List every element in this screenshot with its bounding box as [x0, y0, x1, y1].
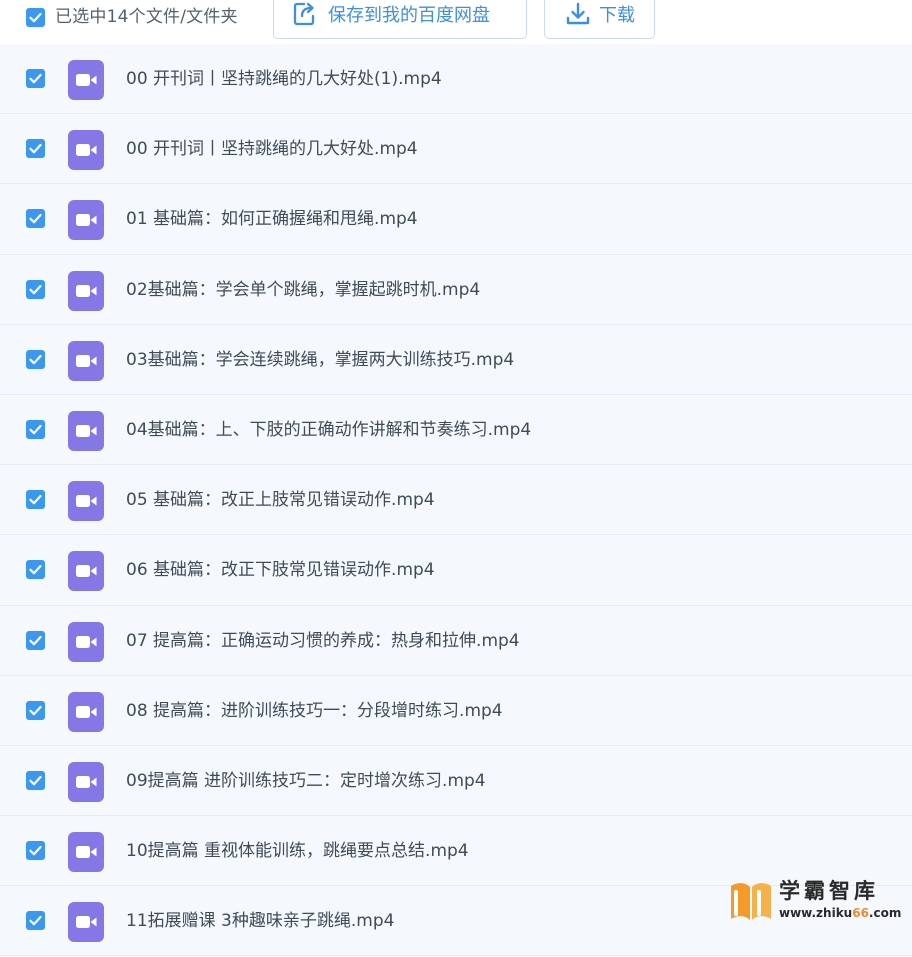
video-file-icon: [68, 481, 104, 522]
check-icon: [29, 565, 42, 575]
file-checkbox[interactable]: [26, 911, 45, 931]
file-checkbox[interactable]: [26, 139, 45, 159]
check-icon: [29, 144, 42, 154]
download-button-label: 下载: [599, 5, 635, 26]
check-icon: [29, 284, 42, 294]
file-checkbox[interactable]: [26, 349, 45, 369]
watermark-url: www.zhiku66.com: [779, 906, 901, 920]
download-icon: [566, 2, 590, 25]
check-icon: [29, 845, 42, 856]
file-name[interactable]: 11拓展赠课 3种趣味亲子跳绳.mp4: [126, 908, 394, 934]
video-file-icon: [68, 60, 104, 100]
watermark-url-highlight: 66: [852, 906, 869, 920]
file-name[interactable]: 00 开刊词丨坚持跳绳的几大好处.mp4: [126, 136, 418, 162]
video-file-icon: [68, 200, 104, 241]
file-row[interactable]: 07 提高篇：正确运动习惯的养成：热身和拉伸.mp4: [0, 605, 912, 676]
check-icon: [29, 73, 42, 84]
file-name[interactable]: 06 基础篇：改正下肢常见错误动作.mp4: [126, 557, 435, 583]
check-icon: [29, 495, 42, 505]
watermark-url-prefix: www.zhiku: [779, 906, 853, 920]
file-row[interactable]: 00 开刊词丨坚持跳绳的几大好处.mp4: [0, 114, 912, 185]
video-file-icon: [68, 832, 104, 873]
file-checkbox[interactable]: [26, 560, 45, 580]
check-icon: [29, 12, 42, 23]
book-logo-icon: [731, 883, 771, 920]
file-list: 00 开刊词丨坚持跳绳的几大好处(1).mp4 00 开刊词丨坚持跳绳的几大好处.…: [0, 44, 912, 957]
select-all-checkbox[interactable]: [26, 8, 45, 27]
check-icon: [29, 635, 42, 645]
watermark: 学霸智库 www.zhiku66.com: [727, 876, 901, 926]
download-button[interactable]: 下载: [544, 0, 655, 39]
file-name[interactable]: 03基础篇：学会连续跳绳，掌握两大训练技巧.mp4: [126, 347, 514, 373]
video-file-icon: [68, 691, 104, 732]
selection-count-label: 已选中14个文件/文件夹: [55, 7, 238, 27]
file-name[interactable]: 00 开刊词丨坚持跳绳的几大好处(1).mp4: [126, 66, 442, 92]
check-icon: [29, 424, 42, 435]
file-name[interactable]: 09提高篇 进阶训练技巧二：定时增次练习.mp4: [126, 768, 486, 794]
file-row[interactable]: 01 基础篇：如何正确握绳和甩绳.mp4: [0, 184, 912, 255]
save-to-netdisk-button[interactable]: 保存到我的百度网盘: [273, 0, 527, 39]
file-checkbox[interactable]: [26, 69, 45, 88]
selection-toolbar: 已选中14个文件/文件夹 保存到我的百度网盘 下载: [0, 0, 912, 45]
save-button-label: 保存到我的百度网盘: [328, 5, 490, 26]
video-file-icon: [68, 621, 104, 662]
file-checkbox[interactable]: [26, 279, 45, 299]
check-icon: [29, 214, 42, 224]
video-file-icon: [68, 340, 104, 381]
file-row[interactable]: 06 基础篇：改正下肢常见错误动作.mp4: [0, 535, 912, 606]
video-file-icon: [68, 410, 104, 451]
video-file-icon: [68, 902, 104, 943]
file-checkbox[interactable]: [26, 490, 45, 510]
file-name[interactable]: 08 提高篇：进阶训练技巧一：分段增时练习.mp4: [126, 698, 503, 724]
file-name[interactable]: 02基础篇：学会单个跳绳，掌握起跳时机.mp4: [126, 277, 480, 303]
watermark-title: 学霸智库: [779, 879, 879, 903]
file-checkbox[interactable]: [26, 209, 45, 229]
video-file-icon: [68, 270, 104, 311]
video-file-icon: [68, 130, 104, 171]
video-file-icon: [68, 551, 104, 592]
video-file-icon: [68, 761, 104, 802]
file-checkbox[interactable]: [26, 419, 45, 439]
file-checkbox[interactable]: [26, 630, 45, 650]
file-name[interactable]: 07 提高篇：正确运动习惯的养成：热身和拉伸.mp4: [126, 628, 520, 654]
save-to-cloud-icon: [293, 2, 315, 26]
file-name[interactable]: 10提高篇 重视体能训练，跳绳要点总结.mp4: [126, 838, 469, 864]
check-icon: [29, 705, 42, 715]
share-file-page: 已选中14个文件/文件夹 保存到我的百度网盘 下载 00 开刊词丨坚持跳绳的几大…: [0, 0, 912, 957]
file-row[interactable]: 03基础篇：学会连续跳绳，掌握两大训练技巧.mp4: [0, 324, 912, 395]
file-checkbox[interactable]: [26, 770, 45, 790]
check-icon: [29, 354, 42, 365]
file-checkbox[interactable]: [26, 841, 45, 861]
file-row[interactable]: 00 开刊词丨坚持跳绳的几大好处(1).mp4: [0, 44, 912, 115]
file-row[interactable]: 02基础篇：学会单个跳绳，掌握起跳时机.mp4: [0, 254, 912, 325]
file-row[interactable]: 08 提高篇：进阶训练技巧一：分段增时练习.mp4: [0, 675, 912, 746]
watermark-url-suffix: .com: [868, 906, 902, 920]
file-row[interactable]: 09提高篇 进阶训练技巧二：定时增次练习.mp4: [0, 745, 912, 817]
file-name[interactable]: 04基础篇：上、下肢的正确动作讲解和节奏练习.mp4: [126, 417, 531, 443]
file-name[interactable]: 05 基础篇：改正上肢常见错误动作.mp4: [126, 487, 435, 513]
check-icon: [29, 775, 42, 786]
file-name[interactable]: 01 基础篇：如何正确握绳和甩绳.mp4: [126, 206, 418, 232]
file-checkbox[interactable]: [26, 700, 45, 720]
file-row[interactable]: 04基础篇：上、下肢的正确动作讲解和节奏练习.mp4: [0, 394, 912, 466]
check-icon: [29, 916, 42, 926]
file-row[interactable]: 05 基础篇：改正上肢常见错误动作.mp4: [0, 465, 912, 536]
